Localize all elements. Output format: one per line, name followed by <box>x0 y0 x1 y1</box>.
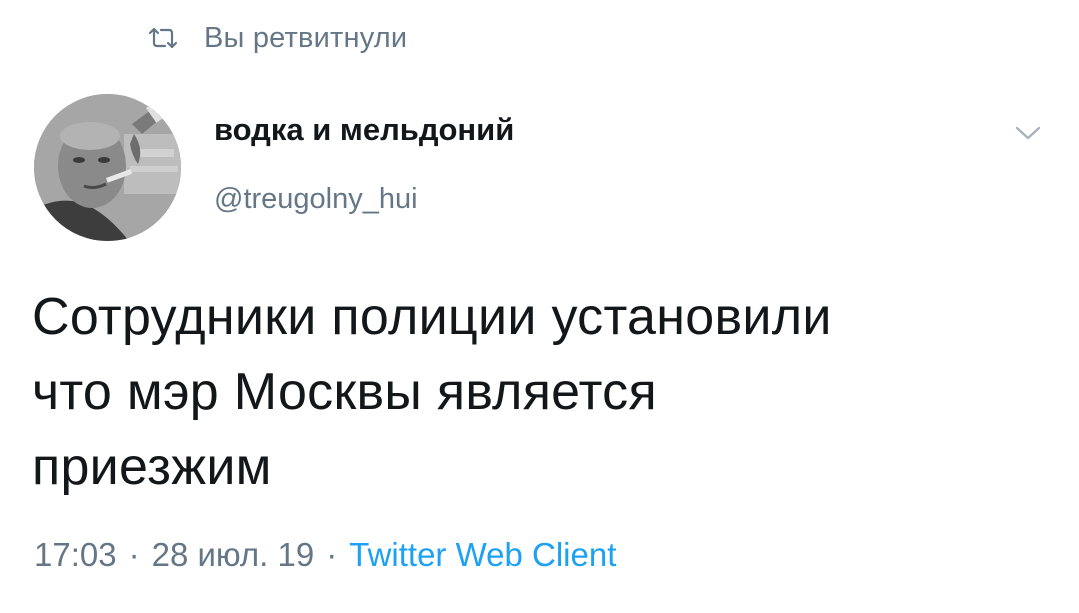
chevron-down-icon <box>1010 118 1046 148</box>
tweet-text-line: Сотрудники полиции установили <box>32 288 832 346</box>
tweet-card: Вы ретвитнули водка и мельдоний @treugol… <box>0 0 1079 613</box>
tweet-text-line: что мэр Москвы является <box>32 363 657 421</box>
tweet-client-link[interactable]: Twitter Web Client <box>349 536 616 574</box>
tweet-menu-button[interactable] <box>1010 118 1046 148</box>
author-display-name[interactable]: водка и мельдоний <box>214 112 514 148</box>
tweet-time[interactable]: 17:03 <box>34 536 117 574</box>
avatar[interactable] <box>34 94 181 241</box>
tweet-date[interactable]: 28 июл. 19 <box>152 536 315 574</box>
meta-separator: · <box>326 536 338 573</box>
tweet-metadata: 17:03 · 28 июл. 19 · Twitter Web Client <box>34 536 616 574</box>
retweet-indicator: Вы ретвитнули <box>148 18 407 58</box>
meta-separator: · <box>128 536 140 573</box>
retweet-label: Вы ретвитнули <box>204 21 408 54</box>
author-handle[interactable]: @treugolny_hui <box>214 183 418 216</box>
tweet-text: Сотрудники полиции установили что мэр Мо… <box>32 280 1042 505</box>
tweet-text-line: приезжим <box>32 438 272 496</box>
retweet-icon <box>148 27 178 49</box>
